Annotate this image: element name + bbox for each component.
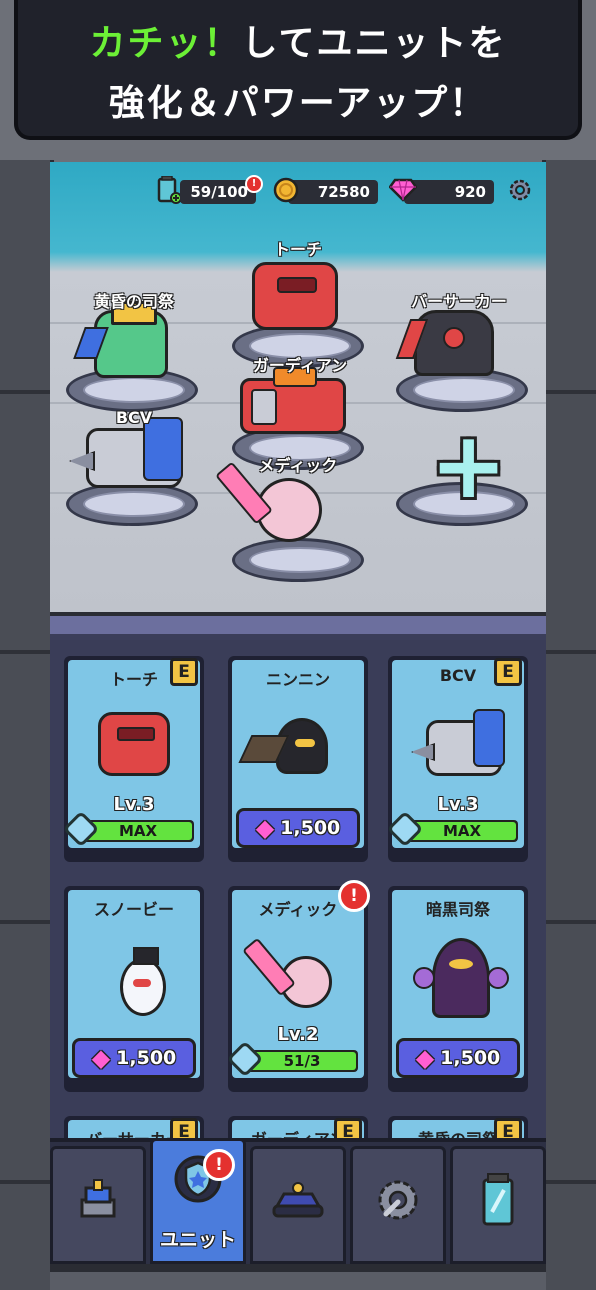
banner-line-1-rest: してユニットを xyxy=(241,23,507,64)
unit-card[interactable]: メディック Lv.2 ! 51/3 xyxy=(226,880,370,1092)
bottom-nav: ! ユニット xyxy=(50,1138,546,1268)
unit-card[interactable]: 黄昏の司祭 E xyxy=(388,1116,528,1140)
medic-figure[interactable] xyxy=(215,461,322,542)
nav-tab-units[interactable]: ! ユニット xyxy=(150,1138,246,1264)
vehicle-icon xyxy=(270,1176,326,1235)
section-divider xyxy=(50,612,546,640)
berserker-figure[interactable] xyxy=(395,310,494,376)
wall-seam xyxy=(0,390,50,394)
gem-icon: ◆ xyxy=(415,1044,435,1072)
progress-label: MAX xyxy=(442,822,482,840)
progress-label: MAX xyxy=(118,822,158,840)
nav-tab-vehicle[interactable] xyxy=(250,1146,346,1264)
gem-icon: ◆ xyxy=(255,814,275,842)
energy-alert-badge: ! xyxy=(245,175,263,193)
squad-slot-pedestal[interactable] xyxy=(232,538,364,582)
buy-unit-button[interactable]: ◆ 1,500 xyxy=(72,1038,196,1078)
coin-icon xyxy=(272,176,300,204)
unit-card[interactable]: トーチ E Lv.3 MAX xyxy=(62,656,204,862)
grade-badge: E xyxy=(334,1118,362,1140)
squad-unit-name: BCV xyxy=(115,408,153,427)
base-icon xyxy=(74,1176,122,1235)
wall-seam xyxy=(0,920,50,924)
buy-unit-button[interactable]: ◆ 1,500 xyxy=(236,808,360,848)
coin-counter: 72580 xyxy=(288,180,378,204)
buy-unit-button[interactable]: ◆ 1,500 xyxy=(396,1038,520,1078)
units-alert-badge: ! xyxy=(203,1149,235,1181)
torch-figure[interactable] xyxy=(252,262,338,330)
squad-unit-name: バーサーカー xyxy=(411,292,507,311)
progress-label: 51/3 xyxy=(283,1052,321,1070)
card-unit-name: ニンニン xyxy=(265,670,330,689)
card-background: 黄昏の司祭 E xyxy=(392,1118,524,1140)
upgrade-progress-bar: MAX xyxy=(82,820,194,842)
upgrade-progress-bar: MAX xyxy=(406,820,518,842)
right-wall xyxy=(542,160,596,1290)
wall-seam xyxy=(0,650,50,654)
grade-badge: E xyxy=(170,658,198,686)
price-label: 1,500 xyxy=(440,1047,501,1069)
card-level: Lv.2 xyxy=(277,1024,319,1045)
card-background: バーサーカー E xyxy=(68,1118,200,1140)
nav-tab-label: ユニット xyxy=(159,1229,236,1251)
bottom-frame xyxy=(50,1264,546,1290)
add-unit-plus-icon[interactable]: + xyxy=(430,420,507,512)
upgrade-progress-bar: 51/3 xyxy=(246,1050,358,1072)
upgrade-alert-badge: ! xyxy=(338,880,370,912)
price-label: 1,500 xyxy=(116,1047,177,1069)
energy-tank-icon xyxy=(478,1172,518,1239)
bcv-portrait xyxy=(411,709,505,776)
squad-unit-name: 黄昏の司祭 xyxy=(93,292,175,311)
wall-seam xyxy=(0,1180,50,1184)
card-level: Lv.3 xyxy=(437,794,479,815)
nav-tab-base[interactable] xyxy=(50,1146,146,1264)
wall-seam xyxy=(546,920,596,924)
wall-seam xyxy=(546,1180,596,1184)
unit-card[interactable]: ニンニン ◆ 1,500 xyxy=(228,656,368,862)
torch-portrait xyxy=(98,712,170,776)
squad-unit-name: ガーディアン xyxy=(252,356,348,375)
unit-card[interactable]: スノービー ◆ 1,500 xyxy=(64,886,204,1092)
banner-highlight: カチッ！ xyxy=(89,23,242,64)
squad-stage: 59/100 ! 72580 920 + 黄昏の司祭 トーチ バーサーカー ガー… xyxy=(50,162,546,612)
bcv-figure[interactable] xyxy=(69,417,183,488)
unit-card[interactable]: バーサーカー E xyxy=(64,1116,204,1140)
wall-seam xyxy=(546,390,596,394)
nav-tab-workshop[interactable] xyxy=(350,1146,446,1264)
card-unit-name: スノービー xyxy=(93,900,174,919)
card-background: ガーディアン E xyxy=(232,1118,364,1140)
grade-badge: E xyxy=(494,1118,522,1140)
price-label: 1,500 xyxy=(280,817,341,839)
medic-portrait xyxy=(242,937,332,1008)
dark-priest-portrait xyxy=(413,938,509,1018)
squad-slot-pedestal[interactable] xyxy=(66,482,198,526)
promo-banner: カチッ！してユニットを 強化＆パワーアップ！ xyxy=(14,0,582,140)
gem-icon xyxy=(388,176,418,204)
ninnin-portrait xyxy=(238,718,328,774)
gem-icon: ◆ xyxy=(91,1044,111,1072)
grade-badge: E xyxy=(494,658,522,686)
left-wall xyxy=(0,160,54,1290)
settings-gear-icon[interactable] xyxy=(506,176,534,204)
wall-seam xyxy=(546,650,596,654)
gear-wrench-icon xyxy=(372,1174,424,1237)
twilight-priest-figure[interactable] xyxy=(73,301,168,378)
squad-unit-name: トーチ xyxy=(273,240,323,259)
card-level: Lv.3 xyxy=(113,794,155,815)
banner-line-2: 強化＆パワーアップ！ xyxy=(108,83,488,124)
unit-card[interactable]: ガーディアン E xyxy=(228,1116,368,1140)
card-unit-name: 暗黒司祭 xyxy=(425,900,490,919)
snowby-portrait xyxy=(120,947,166,1016)
unit-card[interactable]: BCV E Lv.3 MAX xyxy=(386,656,528,862)
nav-tab-energy[interactable] xyxy=(450,1146,546,1264)
unit-card[interactable]: 暗黒司祭 ◆ 1,500 xyxy=(388,886,528,1092)
banner-line-1: カチッ！してユニットを xyxy=(18,14,578,66)
guardian-figure[interactable] xyxy=(240,367,346,434)
energy-tank-icon[interactable] xyxy=(154,176,182,204)
squad-unit-name: メディック xyxy=(258,456,338,475)
grade-badge: E xyxy=(170,1118,198,1140)
unit-card-grid: トーチ E Lv.3 MAX ニンニン ◆ 1,500 BCV E Lv.3 M… xyxy=(50,640,546,1140)
